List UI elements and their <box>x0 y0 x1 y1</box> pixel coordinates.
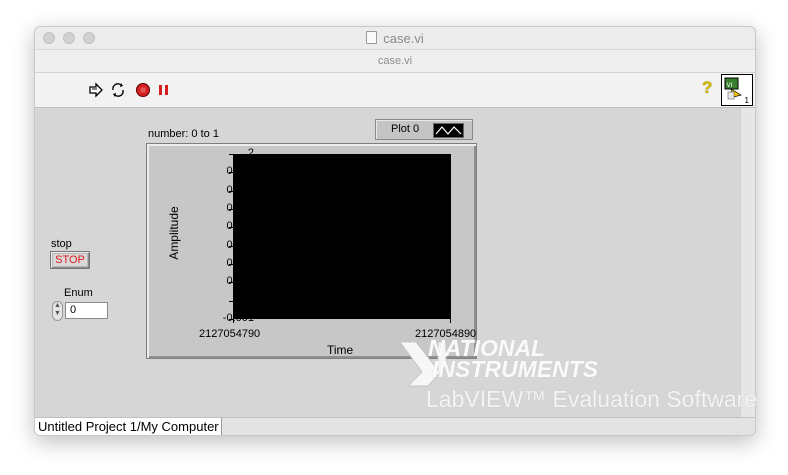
project-context[interactable]: Untitled Project 1/My Computer <box>35 418 222 435</box>
stop-button[interactable]: STOP <box>50 251 90 269</box>
y-tick-label: 0.007 <box>226 165 254 178</box>
y-axis-label: Amplitude <box>167 206 181 260</box>
enum-increment-decrement[interactable]: ▲ ▼ <box>52 301 63 321</box>
plot-area[interactable] <box>233 154 451 319</box>
run-arrow-icon[interactable] <box>88 82 104 98</box>
y-tick-label: 0.004 <box>226 220 254 233</box>
stop-button-text: STOP <box>53 254 87 266</box>
y-tick-label: 0.001 <box>226 275 254 288</box>
x-tick-left: 2127054790 <box>199 328 261 340</box>
plot-legend-name: Plot 0 <box>391 123 420 135</box>
plot-legend[interactable]: Plot 0 <box>375 119 473 140</box>
enum-label: Enum <box>64 287 93 299</box>
front-panel: stop STOP Enum ▲ ▼ 0 number: 0 to 1 Plot … <box>35 108 740 417</box>
vi-icon-caption: 1 <box>744 96 749 105</box>
waveform-chart: 2 0.007 0.006 0.005 0.004 0.003 0.002 0.001 0 -0.… <box>146 143 477 359</box>
y-tick-mark <box>229 282 233 284</box>
vertical-scrollbar[interactable] <box>740 108 755 417</box>
x-tickmark-left <box>233 319 234 323</box>
abort-stop-icon[interactable] <box>135 82 151 98</box>
y-tick-mark <box>229 245 233 247</box>
vi-window: case.vi case.vi ? VI 1 stop STOP Enum ▲ … <box>34 26 756 436</box>
y-tick-label: 0.002 <box>226 257 254 269</box>
plot-style-swatch-icon[interactable] <box>433 123 464 138</box>
y-tick-mark <box>229 209 233 210</box>
y-tick-mark <box>229 300 233 302</box>
y-tick-label: -0.001 <box>222 312 254 324</box>
y-tick-mark <box>229 172 233 174</box>
y-tick-mark <box>229 154 233 155</box>
vi-icon[interactable]: VI 1 <box>721 74 753 106</box>
y-tick-label: 0.005 <box>226 202 254 214</box>
x-tickmark-right <box>450 319 451 323</box>
status-bar: Untitled Project 1/My Computer <box>35 417 755 435</box>
x-axis-label: Time <box>327 343 354 357</box>
y-tick-label: 0 <box>247 293 254 306</box>
y-tick-label: 0.003 <box>226 238 254 251</box>
svg-text:VI: VI <box>727 82 733 89</box>
y-tick-label: 0.006 <box>226 183 254 196</box>
y-tick-mark <box>229 264 233 265</box>
title-bar[interactable]: case.vi <box>35 27 755 50</box>
toolbar: ? VI 1 <box>35 73 755 108</box>
stop-label: stop <box>51 238 72 250</box>
y-tick-mark <box>229 227 233 229</box>
window-subtitle: case.vi <box>35 50 755 73</box>
graph-caption: number: 0 to 1 <box>148 128 219 140</box>
watermark-line-2: INSTRUMENTS <box>432 356 599 382</box>
y-tick-label: 2 <box>247 147 254 159</box>
pause-icon[interactable] <box>156 82 172 98</box>
watermark-line-3: LabVIEW™ Evaluation Software <box>426 386 758 412</box>
enum-value-field[interactable]: 0 <box>65 302 108 319</box>
run-continuously-icon[interactable] <box>110 82 126 98</box>
window-title-text: case.vi <box>383 31 424 46</box>
window-title: case.vi <box>35 31 755 46</box>
y-tick-mark <box>229 190 233 192</box>
context-help-icon[interactable]: ? <box>702 78 712 98</box>
document-icon <box>366 31 378 44</box>
